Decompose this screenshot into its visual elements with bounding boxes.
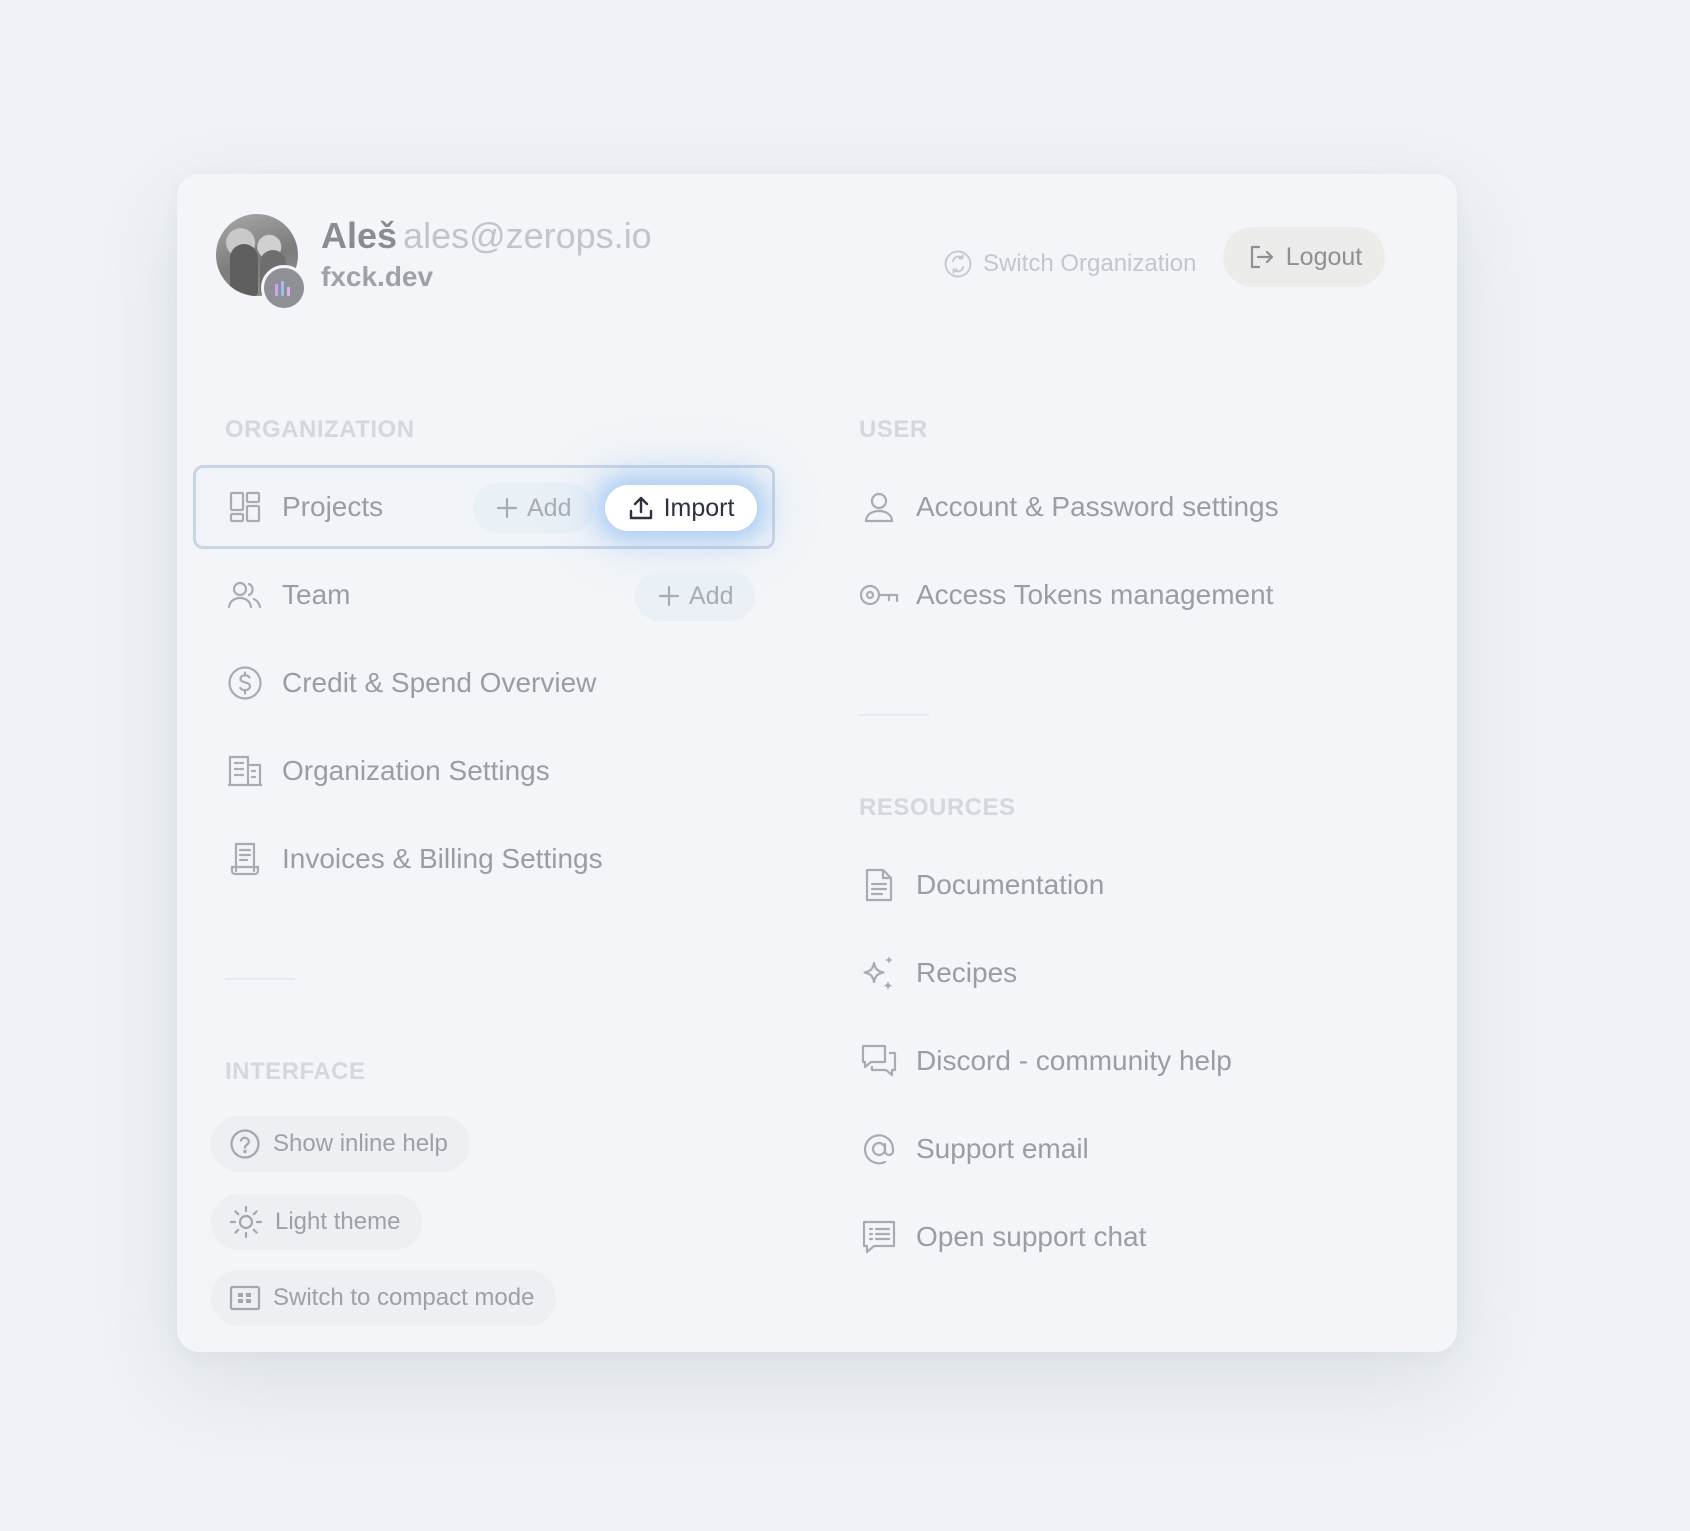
document-icon bbox=[859, 865, 899, 905]
menu-item-credit-spend[interactable]: Credit & Spend Overview bbox=[225, 658, 596, 708]
menu-item-organization-settings-label: Organization Settings bbox=[282, 755, 550, 786]
dashboard-grid-icon bbox=[225, 487, 265, 527]
section-title-resources: RESOURCES bbox=[859, 794, 1016, 821]
section-divider bbox=[225, 978, 295, 980]
toggle-compact-mode-label: Switch to compact mode bbox=[273, 1284, 535, 1311]
at-sign-icon bbox=[859, 1129, 899, 1169]
sun-icon bbox=[229, 1205, 263, 1239]
menu-item-access-tokens[interactable]: Access Tokens management bbox=[859, 570, 1273, 620]
section-title-user: USER bbox=[859, 416, 928, 443]
team-add-label: Add bbox=[689, 581, 734, 610]
menu-item-projects-label: Projects bbox=[282, 491, 384, 522]
sparkles-icon bbox=[859, 953, 899, 993]
org-logo-icon bbox=[261, 265, 307, 311]
upload-icon bbox=[628, 495, 654, 521]
toggle-theme[interactable]: Light theme bbox=[211, 1194, 423, 1250]
plus-icon bbox=[495, 496, 519, 520]
section-divider bbox=[859, 714, 929, 716]
menu-item-team-label: Team bbox=[282, 579, 351, 610]
chat-bubbles-icon bbox=[859, 1041, 899, 1081]
org-name: fxck.dev bbox=[321, 261, 434, 292]
menu-item-invoices-billing[interactable]: Invoices & Billing Settings bbox=[225, 834, 603, 884]
question-circle-icon bbox=[229, 1128, 261, 1160]
toggle-inline-help[interactable]: Show inline help bbox=[211, 1116, 470, 1172]
plus-icon bbox=[657, 584, 681, 608]
projects-add-label: Add bbox=[527, 493, 572, 522]
user-name: Aleš bbox=[321, 215, 398, 256]
resource-item-label: Open support chat bbox=[916, 1221, 1147, 1252]
switch-organization-button[interactable]: Switch Organization bbox=[943, 242, 1196, 286]
menu-item-team[interactable]: Team bbox=[225, 570, 350, 620]
resource-item-support-chat[interactable]: Open support chat bbox=[859, 1212, 1146, 1262]
menu-item-account-password[interactable]: Account & Password settings bbox=[859, 482, 1279, 532]
team-add-button[interactable]: Add bbox=[635, 571, 756, 621]
logout-label: Logout bbox=[1285, 242, 1363, 271]
projects-add-button[interactable]: Add bbox=[473, 483, 594, 533]
switch-org-label: Switch Organization bbox=[983, 250, 1197, 277]
menu-item-access-tokens-label: Access Tokens management bbox=[916, 579, 1274, 610]
toggle-theme-label: Light theme bbox=[275, 1208, 401, 1235]
user-menu-panel: Aleš ales@zerops.io fxck.dev Switch Organ… bbox=[177, 174, 1457, 1352]
menu-item-invoices-billing-label: Invoices & Billing Settings bbox=[282, 843, 603, 874]
menu-item-account-password-label: Account & Password settings bbox=[916, 491, 1279, 522]
resource-item-label: Documentation bbox=[916, 869, 1105, 900]
resource-item-discord[interactable]: Discord - community help bbox=[859, 1036, 1232, 1086]
menu-item-projects[interactable]: Projects bbox=[225, 482, 383, 532]
resource-item-label: Recipes bbox=[916, 957, 1018, 988]
resource-item-label: Discord - community help bbox=[916, 1045, 1232, 1076]
toggle-compact-mode[interactable]: Switch to compact mode bbox=[211, 1270, 557, 1326]
menu-item-credit-spend-label: Credit & Spend Overview bbox=[282, 667, 597, 698]
resource-item-support-email[interactable]: Support email bbox=[859, 1124, 1089, 1174]
user-icon bbox=[859, 487, 899, 527]
menu-item-organization-settings[interactable]: Organization Settings bbox=[225, 746, 550, 796]
projects-import-label: Import bbox=[663, 493, 735, 522]
receipt-icon bbox=[225, 839, 265, 879]
section-title-organization: ORGANIZATION bbox=[225, 416, 415, 443]
section-title-interface: INTERFACE bbox=[225, 1058, 366, 1085]
projects-import-button[interactable]: Import bbox=[605, 485, 757, 531]
logout-button[interactable]: Logout bbox=[1223, 227, 1385, 287]
user-email: ales@zerops.io bbox=[403, 215, 652, 256]
chat-list-icon bbox=[859, 1217, 899, 1257]
team-users-icon bbox=[225, 575, 265, 615]
dollar-circle-icon bbox=[225, 663, 265, 703]
resource-item-documentation[interactable]: Documentation bbox=[859, 860, 1104, 910]
logout-icon bbox=[1246, 242, 1276, 272]
resource-item-recipes[interactable]: Recipes bbox=[859, 948, 1017, 998]
key-icon bbox=[859, 575, 899, 615]
toggle-inline-help-label: Show inline help bbox=[273, 1130, 448, 1157]
resource-item-label: Support email bbox=[916, 1133, 1089, 1164]
switch-org-icon bbox=[943, 249, 973, 279]
building-icon bbox=[225, 751, 265, 791]
user-identity: Aleš ales@zerops.io bbox=[321, 214, 652, 258]
compact-grid-icon bbox=[229, 1284, 261, 1312]
